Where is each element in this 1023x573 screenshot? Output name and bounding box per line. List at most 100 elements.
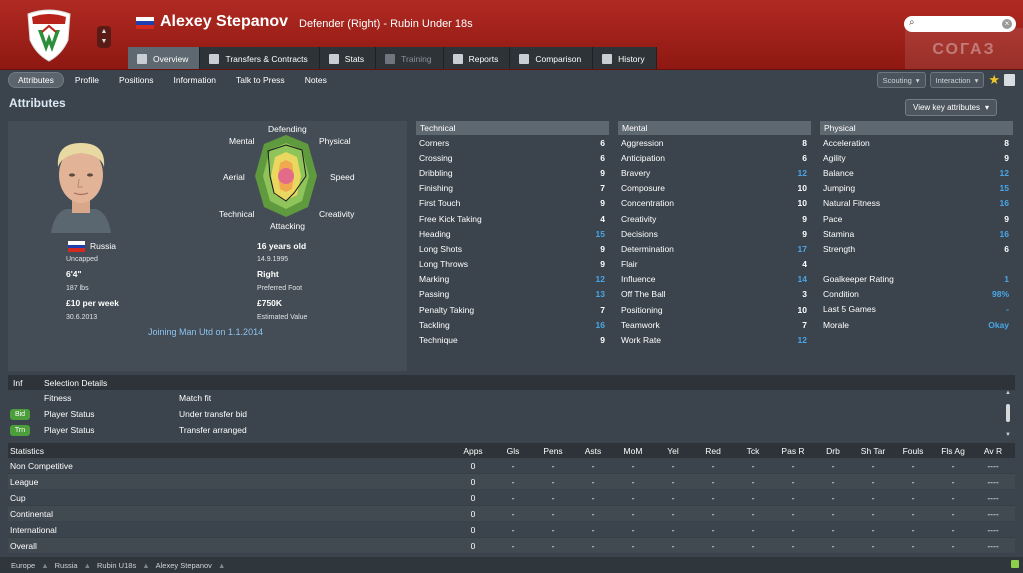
tab-transfers-contracts[interactable]: Transfers & Contracts <box>200 47 320 69</box>
stat-column-header[interactable]: Asts <box>574 446 612 456</box>
tab-reports[interactable]: Reports <box>443 47 511 69</box>
tab-stats[interactable]: Stats <box>319 47 377 69</box>
breadcrumb-arrow-icon[interactable]: ▲ <box>142 561 149 570</box>
table-row[interactable]: Continental 0- - - - - - - - - - - - ---- <box>8 506 1015 522</box>
stat-column-header[interactable]: Apps <box>454 446 492 456</box>
attribute-row[interactable]: Finishing 7 <box>416 181 609 196</box>
attribute-row[interactable]: Pace 9 <box>820 211 1013 226</box>
attribute-row[interactable]: Work Rate 12 <box>618 332 811 347</box>
search-input[interactable]: ⌕ × <box>904 16 1016 32</box>
attribute-row[interactable]: Determination 17 <box>618 241 811 256</box>
attribute-row[interactable]: Penalty Taking 7 <box>416 302 609 317</box>
attribute-row[interactable]: Creativity 9 <box>618 211 811 226</box>
attribute-row[interactable]: Corners 6 <box>416 135 609 150</box>
notes-icon[interactable] <box>1004 74 1015 86</box>
subnav-notes[interactable]: Notes <box>296 73 336 87</box>
radar-label-attacking: Attacking <box>270 221 305 231</box>
star-icon[interactable]: ★ <box>988 72 1000 88</box>
attribute-row[interactable]: Flair 4 <box>618 257 811 272</box>
scroll-down-icon[interactable]: ▼ <box>1005 432 1011 438</box>
attribute-row[interactable]: Agility 9 <box>820 150 1013 165</box>
stat-column-header[interactable]: MoM <box>614 446 652 456</box>
breadcrumb-team[interactable]: Rubin U18s <box>97 561 136 570</box>
table-row[interactable]: Cup 0- - - - - - - - - - - - ---- <box>8 490 1015 506</box>
attribute-row[interactable]: Heading 15 <box>416 226 609 241</box>
stat-column-header[interactable]: Fouls <box>894 446 932 456</box>
stat-column-header[interactable]: Drb <box>814 446 852 456</box>
attribute-row[interactable]: Marking 12 <box>416 272 609 287</box>
attribute-row[interactable]: Natural Fitness 16 <box>820 196 1013 211</box>
attribute-row[interactable]: Dribbling 9 <box>416 165 609 180</box>
player-nav-arrows[interactable]: ▲ ▼ <box>97 26 111 48</box>
scouting-dropdown[interactable]: Scouting ▾ <box>876 72 926 88</box>
attribute-row[interactable]: Long Throws 9 <box>416 257 609 272</box>
stat-column-header[interactable]: Yel <box>654 446 692 456</box>
tab-overview[interactable]: Overview <box>128 47 201 69</box>
stat-column-header[interactable]: Gls <box>494 446 532 456</box>
club-crest-icon[interactable] <box>24 6 74 62</box>
attribute-row[interactable]: Strength 6 <box>820 241 1013 256</box>
stat-cell: 0 <box>470 525 476 535</box>
attribute-row[interactable]: Decisions 9 <box>618 226 811 241</box>
table-row[interactable]: League 0- - - - - - - - - - - - ---- <box>8 474 1015 490</box>
subnav-attributes[interactable]: Attributes <box>8 72 64 88</box>
attribute-row[interactable]: Technique 9 <box>416 332 609 347</box>
attribute-row[interactable]: Crossing 6 <box>416 150 609 165</box>
breadcrumb-player[interactable]: Alexey Stepanov <box>156 561 212 570</box>
breadcrumb-arrow-icon[interactable]: ▲ <box>84 561 91 570</box>
breadcrumb-europe[interactable]: Europe <box>11 561 35 570</box>
attribute-row[interactable]: Teamwork 7 <box>618 317 811 332</box>
stat-column-header[interactable]: Red <box>694 446 732 456</box>
attribute-row[interactable]: Concentration 10 <box>618 196 811 211</box>
breadcrumb-arrow-icon[interactable]: ▲ <box>218 561 225 570</box>
attribute-row[interactable]: First Touch 9 <box>416 196 609 211</box>
table-row[interactable]: International 0- - - - - - - - - - - - ---- <box>8 522 1015 538</box>
tab-history[interactable]: History <box>593 47 657 69</box>
attribute-row[interactable]: Acceleration 8 <box>820 135 1013 150</box>
attribute-row[interactable]: Condition 98% <box>820 287 1013 302</box>
stat-column-header[interactable]: Pens <box>534 446 572 456</box>
subnav-talk-to-press[interactable]: Talk to Press <box>227 73 294 87</box>
attribute-row[interactable]: Off The Ball 3 <box>618 287 811 302</box>
player-name[interactable]: Alexey Stepanov <box>160 13 288 31</box>
table-row[interactable]: Overall 0- - - - - - - - - - - - ---- <box>8 538 1015 554</box>
clear-search-icon[interactable]: × <box>1002 19 1012 29</box>
subnav-information[interactable]: Information <box>165 73 226 87</box>
stat-column-header[interactable]: Av R <box>974 446 1012 456</box>
attribute-row[interactable]: Passing 13 <box>416 287 609 302</box>
scroll-up-icon[interactable]: ▲ <box>1005 390 1011 396</box>
interaction-dropdown[interactable]: Interaction ▾ <box>929 72 985 88</box>
stat-column-header[interactable]: Tck <box>734 446 772 456</box>
attribute-row[interactable]: Last 5 Games - <box>820 302 1013 317</box>
attribute-row[interactable]: Composure 10 <box>618 181 811 196</box>
subnav-positions[interactable]: Positions <box>110 73 163 87</box>
stat-column-header[interactable]: Pas R <box>774 446 812 456</box>
attribute-name: Finishing <box>419 183 454 194</box>
attribute-row[interactable]: Balance 12 <box>820 165 1013 180</box>
attribute-row[interactable]: Stamina 16 <box>820 226 1013 241</box>
table-row[interactable]: Non Competitive 0- - - - - - - - - - - - ---- <box>8 458 1015 474</box>
attribute-row[interactable]: Long Shots 9 <box>416 241 609 256</box>
attribute-row[interactable]: Aggression 8 <box>618 135 811 150</box>
attribute-row[interactable]: Free Kick Taking 4 <box>416 211 609 226</box>
selection-scrollbar[interactable]: ▲ ▼ <box>1004 390 1012 440</box>
joining-notice[interactable]: Joining Man Utd on 1.1.2014 <box>148 327 263 337</box>
stat-column-header[interactable]: Sh Tar <box>854 446 892 456</box>
subnav-profile[interactable]: Profile <box>66 73 108 87</box>
attribute-row[interactable]: Morale Okay <box>820 317 1013 332</box>
scrollbar-thumb[interactable] <box>1006 404 1010 422</box>
attribute-row[interactable]: Influence 14 <box>618 272 811 287</box>
breadcrumb-russia[interactable]: Russia <box>55 561 78 570</box>
attribute-row[interactable]: Anticipation 6 <box>618 150 811 165</box>
attribute-row[interactable]: Goalkeeper Rating 1 <box>820 272 1013 287</box>
stat-column-header[interactable]: Fls Ag <box>934 446 972 456</box>
attribute-row[interactable]: Bravery 12 <box>618 165 811 180</box>
attribute-row[interactable]: Tackling 16 <box>416 317 609 332</box>
breadcrumb-arrow-icon[interactable]: ▲ <box>41 561 48 570</box>
attribute-value: 15 <box>999 183 1009 194</box>
attribute-row[interactable]: Jumping 15 <box>820 181 1013 196</box>
nationality[interactable]: Russia <box>90 241 116 251</box>
attribute-row[interactable]: Positioning 10 <box>618 302 811 317</box>
view-key-attributes-button[interactable]: View key attributes ▾ <box>905 99 998 116</box>
tab-comparison[interactable]: Comparison <box>510 47 594 69</box>
